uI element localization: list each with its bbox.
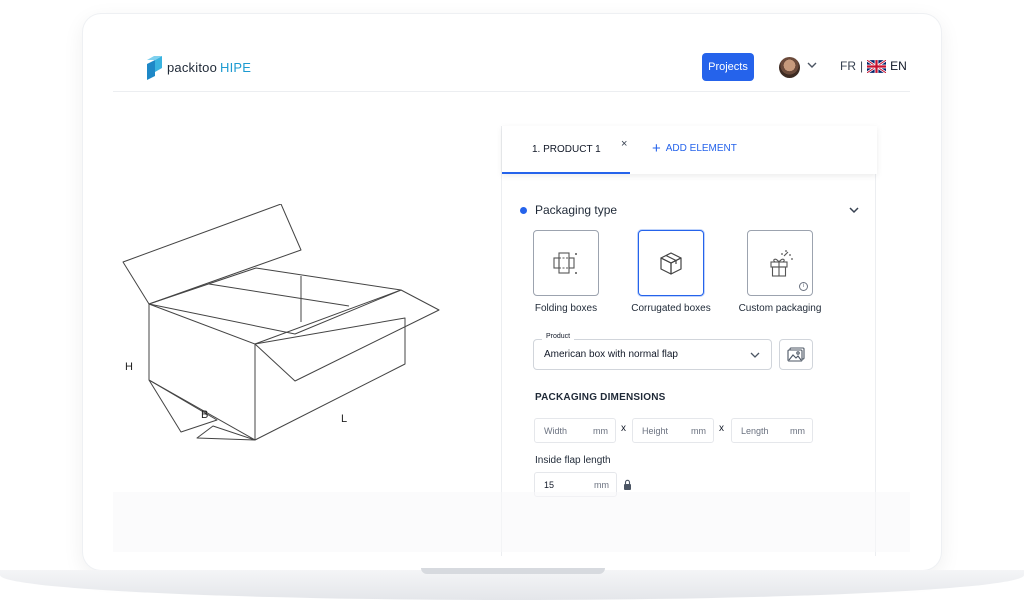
flap-value: 15 — [544, 479, 555, 490]
packaging-dimensions-title: PACKAGING DIMENSIONS — [535, 392, 666, 403]
tab-close-icon[interactable]: × — [621, 138, 627, 150]
plus-icon: + — [652, 139, 661, 157]
product-field-legend: Product — [542, 333, 575, 340]
tab-bar: 1. PRODUCT 1 × + ADD ELEMENT — [502, 126, 877, 174]
app-window: packitoo HIPE Projects FR | EN H B L 1. … — [83, 14, 941, 570]
dimension-label-l: L — [341, 413, 347, 425]
corrugated-box-icon — [660, 252, 682, 275]
logo-text: packitoo HIPE — [167, 59, 252, 75]
product-select[interactable]: Product American box with normal flap — [533, 333, 772, 370]
packaging-option-custom[interactable]: i Custom packaging — [739, 230, 821, 314]
tab-product-label: 1. PRODUCT 1 — [532, 143, 601, 155]
corrugated-box-card[interactable] — [638, 230, 704, 296]
height-unit: mm — [691, 425, 706, 436]
length-unit: mm — [790, 425, 805, 436]
dimension-separator: x — [621, 423, 626, 434]
custom-packaging-label: Custom packaging — [738, 303, 822, 314]
height-placeholder: Height — [642, 425, 669, 436]
user-avatar[interactable] — [779, 57, 800, 78]
lang-fr-link[interactable]: FR — [840, 59, 856, 73]
gift-box-icon — [770, 250, 793, 277]
chevron-down-icon — [750, 352, 760, 358]
info-icon[interactable]: i — [799, 282, 808, 291]
length-input[interactable]: Length mm — [731, 418, 813, 443]
product-select-value: American box with normal flap — [544, 349, 678, 360]
image-icon — [787, 346, 805, 362]
lang-separator: | — [860, 59, 864, 73]
height-input[interactable]: Height mm — [632, 418, 714, 443]
dimension-label-b: B — [201, 409, 208, 421]
laptop-notch — [421, 568, 605, 574]
width-input[interactable]: Width mm — [534, 418, 616, 443]
packaging-option-folding[interactable]: Folding boxes — [533, 230, 599, 314]
tab-product-1[interactable]: 1. PRODUCT 1 — [502, 126, 630, 174]
corrugated-boxes-label: Corrugated boxes — [631, 303, 711, 314]
box-side-face — [254, 317, 406, 441]
bottom-flap-right — [196, 425, 256, 441]
dimension-label-h: H — [125, 361, 133, 373]
packitoo-logo[interactable]: packitoo HIPE — [145, 54, 251, 80]
inside-flap-length-label: Inside flap length — [535, 455, 611, 466]
folding-box-card[interactable] — [533, 230, 599, 296]
length-placeholder: Length — [741, 425, 769, 436]
packaging-option-corrugated[interactable]: Corrugated boxes — [631, 230, 711, 314]
back-flap — [122, 204, 302, 305]
uk-flag-icon[interactable] — [867, 59, 887, 73]
folding-box-icon — [553, 252, 577, 274]
packaging-type-title: Packaging type — [535, 203, 618, 217]
dimension-separator: x — [719, 423, 724, 434]
laptop-base — [0, 570, 1024, 600]
custom-packaging-card[interactable]: i — [747, 230, 813, 296]
projects-button[interactable]: Projects — [702, 53, 754, 81]
box-schematic-drawing: H B L — [122, 204, 440, 441]
lock-icon[interactable] — [623, 479, 632, 490]
bottom-flap-left — [148, 379, 218, 433]
folding-boxes-label: Folding boxes — [534, 303, 598, 314]
width-placeholder: Width — [544, 425, 568, 436]
top-header: packitoo HIPE Projects FR | EN — [113, 50, 910, 92]
chevron-down-icon[interactable] — [806, 59, 818, 71]
product-image-button[interactable] — [779, 339, 813, 370]
box-opening — [148, 267, 402, 335]
width-unit: mm — [593, 425, 608, 436]
add-element-label: ADD ELEMENT — [665, 143, 737, 154]
chevron-down-icon[interactable] — [848, 204, 860, 216]
status-dot — [520, 206, 527, 214]
add-element-button[interactable]: + ADD ELEMENT — [652, 139, 737, 157]
language-switcher: FR | EN — [840, 59, 907, 73]
logo-mark-icon — [147, 56, 162, 80]
footer-area — [113, 492, 910, 552]
lang-en-link[interactable]: EN — [890, 59, 907, 73]
packaging-type-header[interactable]: Packaging type — [520, 203, 617, 217]
flap-unit: mm — [594, 479, 609, 490]
front-flap — [254, 289, 440, 382]
